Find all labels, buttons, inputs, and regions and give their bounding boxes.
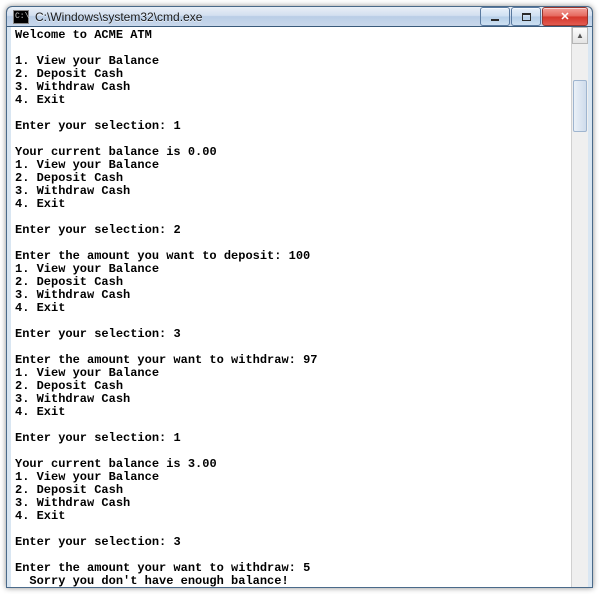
window-title: C:\Windows\system32\cmd.exe	[35, 10, 479, 24]
user-input: 3	[173, 327, 180, 341]
menu-item: 1. View your Balance	[15, 158, 159, 172]
user-input: 97	[303, 353, 317, 367]
menu-item: 1. View your Balance	[15, 54, 159, 68]
close-icon: ✕	[560, 10, 569, 23]
menu-item: 3. Withdraw Cash	[15, 392, 130, 406]
menu-item: 2. Deposit Cash	[15, 67, 123, 81]
scroll-up-button[interactable]: ▲	[572, 27, 588, 44]
chevron-up-icon: ▲	[576, 31, 584, 40]
deposit-prompt: Enter the amount you want to deposit:	[15, 249, 281, 263]
balance-value: 3.00	[188, 457, 217, 471]
user-input: 1	[173, 119, 180, 133]
cmd-window: C:\ C:\Windows\system32\cmd.exe ✕ Welcom…	[6, 6, 593, 588]
welcome-line: Welcome to ACME ATM	[15, 28, 152, 42]
prompt: Enter your selection:	[15, 223, 166, 237]
user-input: 3	[173, 535, 180, 549]
maximize-button[interactable]	[511, 7, 541, 26]
close-button[interactable]: ✕	[542, 7, 588, 26]
menu-item: 4. Exit	[15, 405, 65, 419]
menu-item: 2. Deposit Cash	[15, 379, 123, 393]
menu-item: 2. Deposit Cash	[15, 483, 123, 497]
cmd-icon: C:\	[13, 10, 29, 24]
menu-item: 3. Withdraw Cash	[15, 496, 130, 510]
menu-item: 3. Withdraw Cash	[15, 288, 130, 302]
menu-item: 3. Withdraw Cash	[15, 184, 130, 198]
balance-prefix: Your current balance is	[15, 457, 181, 471]
menu-item: 3. Withdraw Cash	[15, 80, 130, 94]
insufficient-msg: Sorry you don't have enough balance!	[15, 574, 289, 588]
menu-item: 4. Exit	[15, 197, 65, 211]
window-controls: ✕	[479, 7, 588, 26]
scroll-track[interactable]	[572, 44, 588, 588]
balance-value: 0.00	[188, 145, 217, 159]
vertical-scrollbar[interactable]: ▲ ▼	[571, 27, 588, 588]
user-input: 5	[303, 561, 310, 575]
titlebar[interactable]: C:\ C:\Windows\system32\cmd.exe ✕	[7, 7, 592, 27]
user-input: 100	[289, 249, 311, 263]
menu-item: 1. View your Balance	[15, 587, 159, 588]
client-area: Welcome to ACME ATM 1. View your Balance…	[7, 27, 592, 588]
prompt: Enter your selection:	[15, 327, 166, 341]
scroll-thumb[interactable]	[573, 80, 587, 132]
menu-item: 2. Deposit Cash	[15, 275, 123, 289]
menu-item: 1. View your Balance	[15, 366, 159, 380]
prompt: Enter your selection:	[15, 535, 166, 549]
prompt: Enter your selection:	[15, 431, 166, 445]
user-input: 2	[173, 223, 180, 237]
menu-item: 1. View your Balance	[15, 262, 159, 276]
console-output[interactable]: Welcome to ACME ATM 1. View your Balance…	[11, 27, 571, 588]
withdraw-prompt: Enter the amount your want to withdraw:	[15, 353, 296, 367]
menu-item: 4. Exit	[15, 301, 65, 315]
menu-item: 4. Exit	[15, 509, 65, 523]
minimize-icon	[491, 19, 499, 21]
maximize-icon	[522, 13, 531, 21]
menu-item: 2. Deposit Cash	[15, 171, 123, 185]
user-input: 1	[173, 431, 180, 445]
prompt: Enter your selection:	[15, 119, 166, 133]
balance-prefix: Your current balance is	[15, 145, 181, 159]
menu-item: 1. View your Balance	[15, 470, 159, 484]
minimize-button[interactable]	[480, 7, 510, 26]
menu-item: 4. Exit	[15, 93, 65, 107]
withdraw-prompt: Enter the amount your want to withdraw:	[15, 561, 296, 575]
